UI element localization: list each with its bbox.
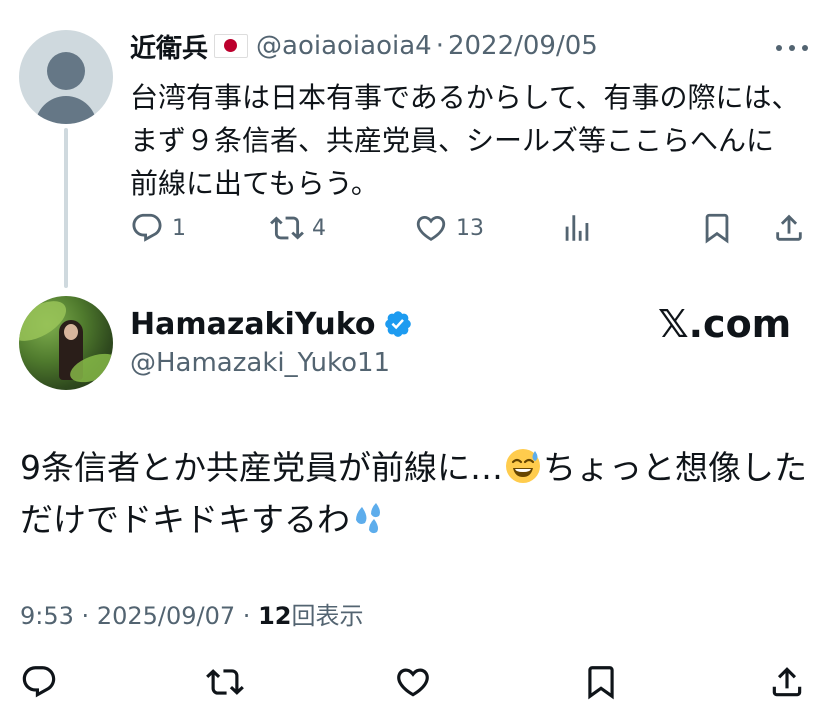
views-button[interactable]: [560, 206, 594, 250]
reply-icon: [132, 213, 162, 242]
retweet-button[interactable]: 4: [270, 206, 326, 250]
retweet-icon: [206, 669, 244, 695]
japan-flag-icon: [214, 34, 249, 58]
quoted-tweet-header: 近衛兵 @aoiaoiaoia4 · 2022/09/05: [130, 28, 598, 64]
retweet-button[interactable]: [206, 660, 244, 704]
thread-connector-line: [64, 128, 68, 288]
analytics-icon: [565, 215, 589, 241]
view-label: 回表示: [291, 602, 364, 630]
bookmark-icon: [588, 666, 614, 700]
share-button[interactable]: [772, 206, 806, 250]
meta-separator: ·: [242, 602, 251, 630]
meta-separator: ·: [81, 602, 90, 630]
heart-icon: [397, 668, 429, 697]
avatar-head-shape: [47, 52, 85, 90]
profile-avatar[interactable]: [19, 296, 113, 390]
author-handle[interactable]: @Hamazaki_Yuko11: [130, 348, 390, 378]
default-avatar[interactable]: [19, 30, 113, 124]
share-icon: [776, 214, 802, 241]
like-count: 13: [456, 215, 484, 241]
like-button[interactable]: 13: [414, 206, 484, 250]
tweet-time[interactable]: 9:53: [20, 602, 74, 630]
heart-icon: [416, 215, 446, 241]
quoted-tweet-text: 台湾有事は日本有事であるからして、有事の際には、まず９条信者、共産党員、シールズ…: [130, 81, 800, 200]
bookmark-button[interactable]: [700, 206, 734, 250]
reply-button[interactable]: [20, 660, 58, 704]
retweet-icon: [270, 216, 304, 240]
tweet-date[interactable]: 2025/09/07: [97, 602, 235, 630]
quoted-author-handle[interactable]: @aoiaoiaoia4: [256, 31, 432, 61]
quoted-tweet-actions: 1 4 13: [130, 206, 810, 250]
bookmark-icon: [705, 213, 729, 244]
sweat-smile-emoji-icon: [506, 449, 540, 483]
reply-icon: [22, 666, 56, 698]
reply-count: 1: [172, 215, 186, 241]
quoted-tweet-date[interactable]: 2022/09/05: [448, 31, 598, 61]
avatar-body-shape: [35, 96, 97, 124]
retweet-count: 4: [312, 215, 326, 241]
tweet-text: 9条信者とか共産党員が前線に… ちょっと想像しただけでドキドキするわ: [20, 442, 810, 546]
share-button[interactable]: [768, 660, 806, 704]
bookmark-button[interactable]: [582, 660, 620, 704]
tweet-meta: 9:53 · 2025/09/07 · 12回表示: [20, 596, 363, 631]
verified-badge-icon: [385, 311, 412, 337]
view-count: 12: [258, 602, 292, 630]
sweat-droplets-emoji-icon: [356, 503, 380, 534]
x-com-logo[interactable]: 𝕏.com: [658, 302, 791, 346]
like-button[interactable]: [394, 660, 432, 704]
author-name-row: HamazakiYuko: [130, 304, 413, 344]
avatar-face-shape: [64, 324, 78, 340]
author-name[interactable]: HamazakiYuko: [130, 307, 375, 342]
share-icon: [772, 667, 802, 697]
quoted-author-name[interactable]: 近衛兵: [130, 28, 208, 65]
tweet-text-part: 9条信者とか共産党員が前線に…: [20, 448, 503, 487]
reply-button[interactable]: 1: [130, 206, 186, 250]
more-options-icon[interactable]: [776, 38, 808, 58]
tweet-actions: [0, 660, 828, 704]
meta-separator: ·: [435, 31, 444, 61]
